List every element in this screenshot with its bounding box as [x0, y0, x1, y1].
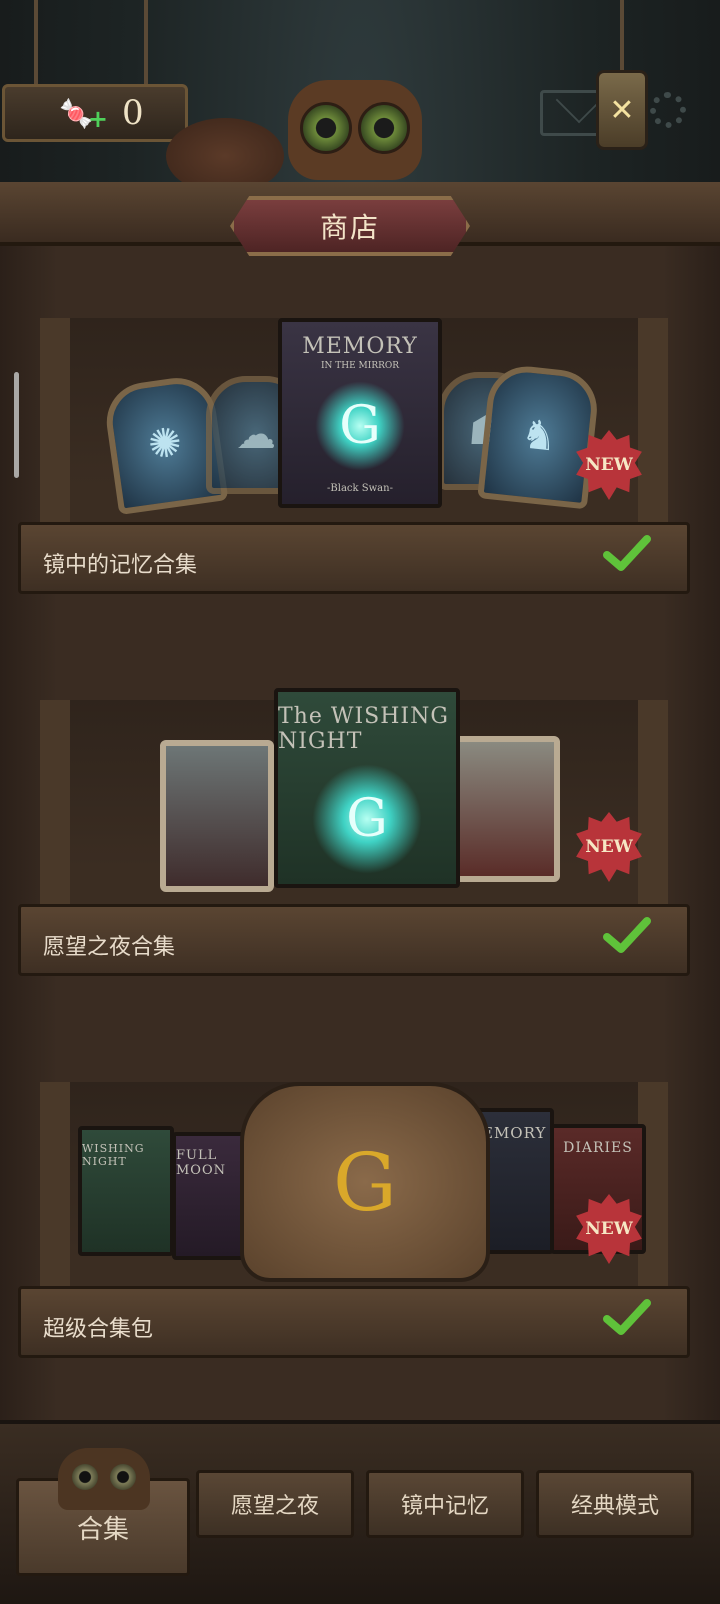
tab-label: 愿望之夜	[230, 1494, 319, 1519]
check-icon	[603, 917, 651, 953]
book-subtitle: IN THE MIRROR	[320, 361, 400, 371]
shelf-label: 愿望之夜合集	[43, 935, 176, 960]
check-icon	[603, 1299, 651, 1335]
owl-icon	[58, 1448, 150, 1510]
shelf-mirror-memory[interactable]: ✺ ☁ ☗ ♞ MEMORY IN THE MIRROR G -Black Sw…	[18, 318, 690, 598]
shelf-board[interactable]: 超级合集包	[18, 1286, 690, 1358]
candy-currency-panel[interactable]: 🍬 + 0	[2, 84, 188, 142]
owl-decoration	[288, 80, 422, 180]
book-wishing-night: The WISHING NIGHT G	[274, 688, 460, 888]
tab-label: 合集	[76, 1514, 129, 1545]
book-title: MEMORY	[302, 334, 418, 359]
tab-label: 经典模式	[570, 1494, 659, 1519]
mirror-card-dragon: ♞	[477, 362, 601, 510]
shelf-wishing-night[interactable]: The WISHING NIGHT G NEW 愿望之夜合集	[18, 688, 690, 980]
chain	[34, 0, 38, 86]
character-portrait-queen	[160, 740, 274, 892]
book-memory-in-the-mirror: MEMORY IN THE MIRROR G -Black Swan-	[278, 318, 442, 508]
shelf-board[interactable]: 愿望之夜合集	[18, 904, 690, 976]
shelf-super-bundle[interactable]: WISHING NIGHT FULL MOON MEMORY DIARIES G…	[18, 1082, 690, 1362]
tab-mirror-memory[interactable]: 镜中记忆	[366, 1470, 524, 1538]
book-title: WISHING NIGHT	[82, 1142, 145, 1168]
close-icon: ✕	[609, 92, 635, 128]
book-wishing-night-small: WISHING NIGHT	[78, 1126, 174, 1256]
swirl-icon: G	[315, 381, 405, 471]
chain	[144, 0, 148, 86]
tab-wishing-night[interactable]: 愿望之夜	[196, 1470, 354, 1538]
chain	[620, 0, 624, 72]
shelf-label: 镜中的记忆合集	[43, 553, 198, 578]
candy-count: 0	[121, 93, 144, 133]
book-title: DIARIES	[563, 1140, 633, 1156]
shelf-label: 超级合集包	[43, 1317, 154, 1342]
book-title: The WISHING NIGHT	[278, 704, 449, 754]
tab-label: 镜中记忆	[400, 1494, 489, 1519]
book-footer: -Black Swan-	[327, 483, 393, 494]
gear-icon	[650, 92, 686, 128]
check-icon	[603, 535, 651, 571]
shop-title-plate: 商店	[230, 196, 470, 256]
swirl-icon: G	[312, 764, 422, 874]
plus-icon: +	[87, 105, 108, 133]
backpack-icon: G	[240, 1082, 490, 1282]
character-portrait-girl	[446, 736, 560, 882]
tab-classic-mode[interactable]: 经典模式	[536, 1470, 694, 1538]
close-button[interactable]: ✕	[596, 70, 648, 150]
shelf-board[interactable]: 镜中的记忆合集	[18, 522, 690, 594]
page-title: 商店	[319, 211, 380, 244]
